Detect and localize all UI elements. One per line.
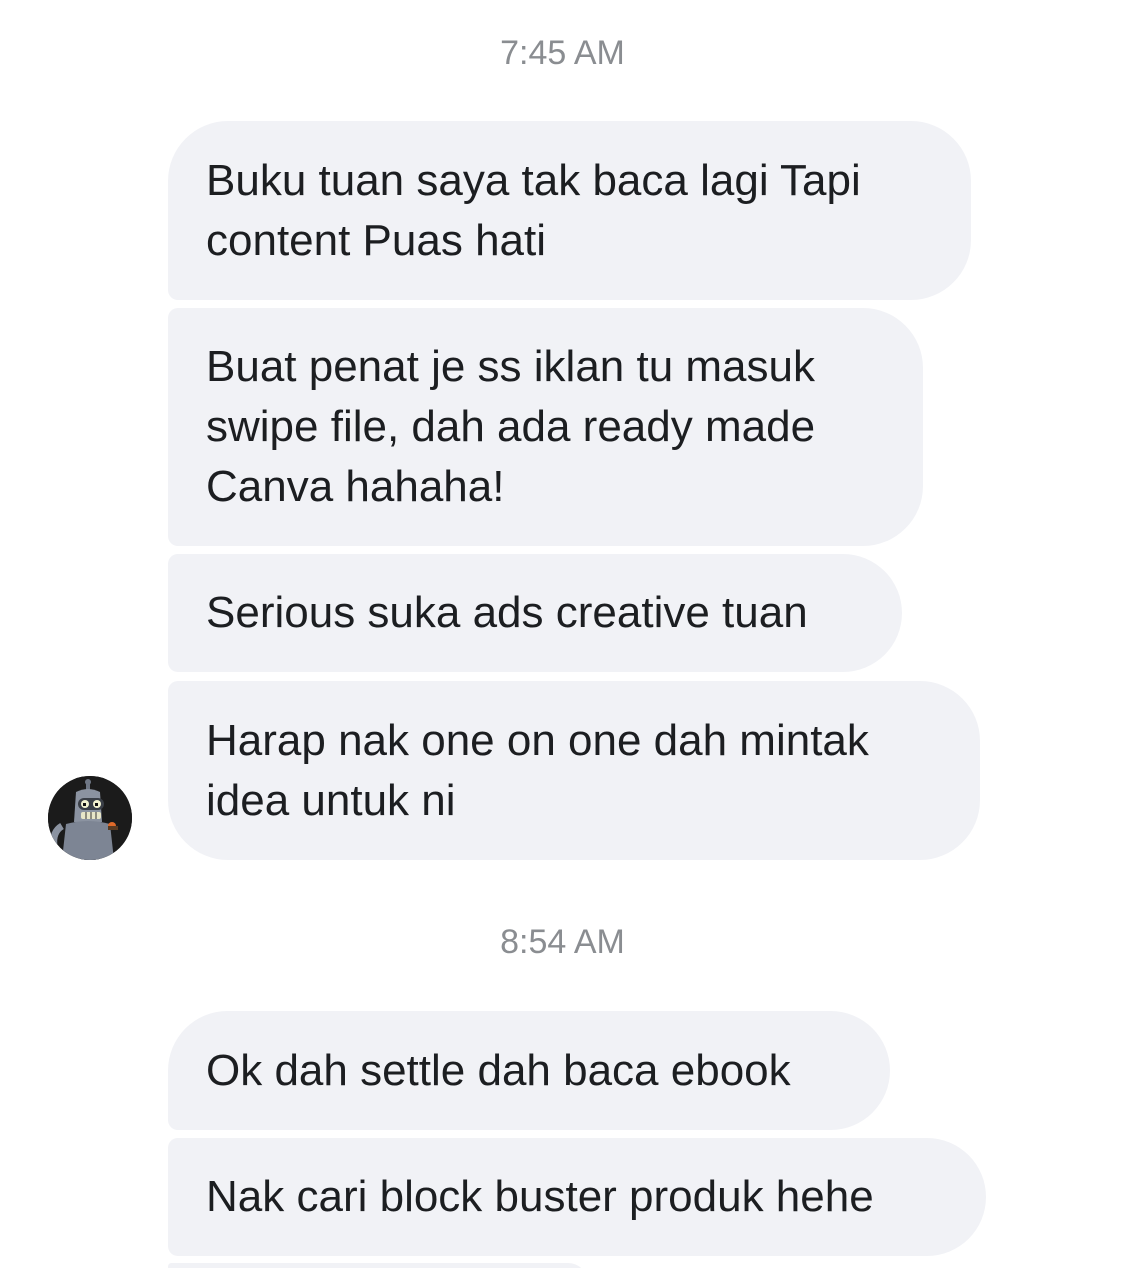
timestamp-2: 8:54 AM: [500, 923, 625, 961]
message-bubble[interactable]: Nak cari block buster produk hehe: [168, 1138, 986, 1256]
chat-thread: 7:45 AM Buku tuan saya tak baca lagi Tap…: [0, 0, 1125, 1268]
message-bubble-partial: [168, 1263, 588, 1268]
robot-avatar-icon: [48, 776, 132, 860]
message-bubble[interactable]: Serious suka ads creative tuan: [168, 554, 902, 672]
message-bubble[interactable]: Harap nak one on one dah mintak idea unt…: [168, 681, 980, 860]
message-bubble[interactable]: Buat penat je ss iklan tu masuk swipe fi…: [168, 308, 923, 546]
message-bubble[interactable]: Ok dah settle dah baca ebook: [168, 1011, 890, 1130]
message-bubble[interactable]: Buku tuan saya tak baca lagi Tapi conten…: [168, 121, 971, 300]
timestamp-1: 7:45 AM: [500, 34, 625, 72]
sender-avatar[interactable]: [48, 776, 132, 860]
